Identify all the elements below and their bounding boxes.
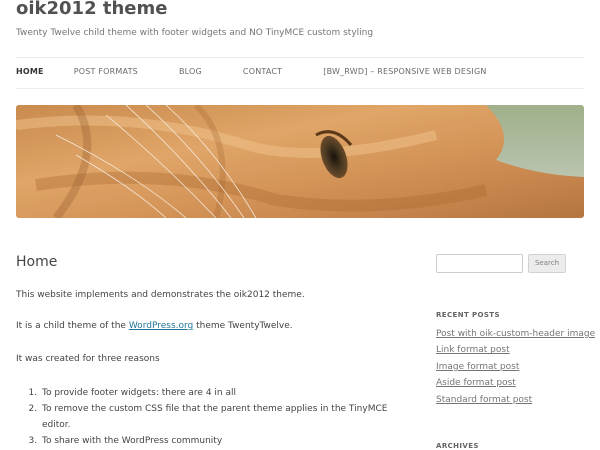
child-theme-paragraph: It is a child theme of the WordPress.org… (16, 321, 293, 331)
child-theme-text-before: It is a child theme of the (16, 321, 129, 331)
cat-eye-image (16, 105, 584, 218)
recent-post-link[interactable]: Aside format post (436, 378, 516, 388)
list-item: Standard format post (436, 392, 595, 408)
nav-item-blog[interactable]: BLOG (179, 67, 202, 76)
list-item: Image format post (436, 359, 595, 375)
recent-posts-list: Post with oik-custom-header image Link f… (436, 326, 595, 408)
intro-paragraph: This website implements and demonstrates… (16, 290, 305, 300)
list-item: Post with oik-custom-header image (436, 326, 595, 342)
reasons-paragraph: It was created for three reasons (16, 354, 160, 364)
search-button[interactable]: Search (528, 254, 566, 273)
nav-item-post-formats[interactable]: POST FORMATS (74, 67, 138, 76)
wordpress-link[interactable]: WordPress.org (129, 321, 193, 331)
main-navigation: HOME POST FORMATS BLOG CONTACT [BW_RWD] … (16, 67, 528, 76)
recent-post-link[interactable]: Post with oik-custom-header image (436, 329, 595, 339)
page-title: Home (16, 254, 58, 270)
nav-bottom-divider (16, 88, 584, 89)
list-item: To share with the WordPress community (40, 433, 410, 449)
nav-top-divider (16, 57, 584, 58)
recent-post-link[interactable]: Image format post (436, 362, 519, 372)
site-description: Twenty Twelve child theme with footer wi… (16, 28, 374, 38)
child-theme-text-after: theme TwentyTwelve. (193, 321, 293, 331)
recent-post-link[interactable]: Link format post (436, 345, 510, 355)
site-title[interactable]: oik2012 theme (16, 0, 167, 19)
archives-title: ARCHIVES (436, 442, 479, 450)
recent-posts-title: RECENT POSTS (436, 311, 500, 319)
list-item: Aside format post (436, 375, 595, 391)
list-item: To provide footer widgets: there are 4 i… (40, 385, 410, 401)
nav-item-responsive-web-design[interactable]: [BW_RWD] – RESPONSIVE WEB DESIGN (323, 67, 486, 76)
list-item: To remove the custom CSS file that the p… (40, 401, 410, 433)
recent-post-link[interactable]: Standard format post (436, 395, 532, 405)
reasons-list: To provide footer widgets: there are 4 i… (16, 385, 410, 449)
nav-item-contact[interactable]: CONTACT (243, 67, 282, 76)
nav-item-home[interactable]: HOME (16, 67, 44, 76)
list-item: Link format post (436, 342, 595, 358)
header-image (16, 105, 584, 218)
search-input[interactable] (436, 254, 523, 273)
